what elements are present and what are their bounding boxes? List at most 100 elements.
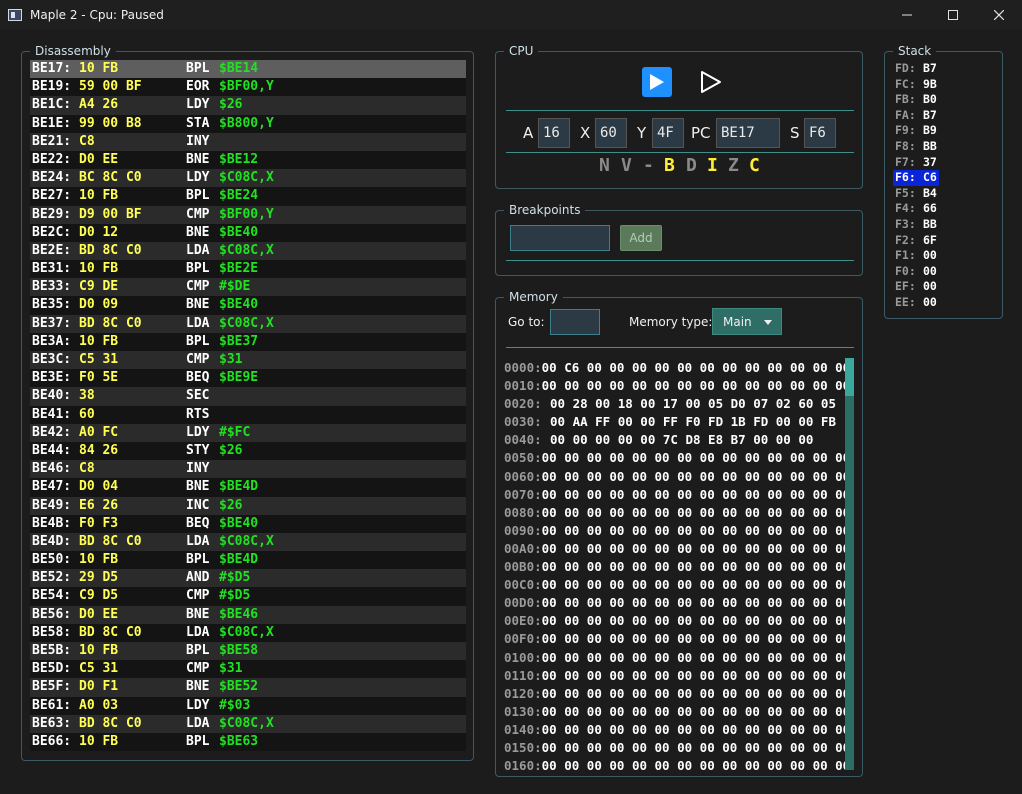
disassembly-row[interactable]: BE52: 29 D5 AND #$D5	[30, 569, 466, 588]
step-button[interactable]	[696, 67, 726, 97]
disassembly-row[interactable]: BE44: 84 26 STY $26	[30, 441, 466, 461]
instruction-mnemonic: BNE	[186, 151, 210, 167]
memory-row-address: 00B0:	[504, 559, 542, 575]
instruction-address: BE22:	[32, 151, 72, 167]
disassembly-row[interactable]: BE37: BD 8C C0 LDA $C08C,X	[30, 314, 466, 333]
disassembly-row[interactable]: BE5B: 10 FB BPL $BE58	[30, 642, 466, 661]
instruction-bytes: C8	[79, 461, 95, 477]
disassembly-row[interactable]: BE47: D0 04 BNE $BE4D	[30, 478, 466, 497]
memory-scrollbar-thumb[interactable]	[845, 358, 854, 396]
disassembly-row[interactable]: BE1C: A4 26 LDY $26	[30, 96, 466, 115]
memory-row-address: 0000:	[504, 360, 542, 375]
stack-pointer-row[interactable]: F6: C6	[893, 170, 939, 186]
disassembly-row[interactable]: BE33: C9 DE CMP #$DE	[30, 278, 466, 297]
stack-row[interactable]: F0: 00	[893, 264, 939, 280]
memory-row-bytes: 00 00 00 00 00 7C D8 E8 B7 00 00 00	[550, 432, 814, 448]
instruction-address: BE24:	[32, 170, 72, 186]
stack-row[interactable]: F3: BB	[893, 217, 939, 233]
stack-row[interactable]: F4: 66	[893, 201, 939, 217]
disassembly-row[interactable]: BE58: BD 8C C0 LDA $C08C,X	[30, 623, 466, 642]
disassembly-row[interactable]: BE2E: BD 8C C0 LDA $C08C,X	[30, 241, 466, 261]
disassembly-row[interactable]: BE56: D0 EE BNE $BE46	[30, 605, 466, 624]
disassembly-row[interactable]: BE3E: F0 5E BEQ $BE9E	[30, 369, 466, 388]
reg-s-field[interactable]: F6	[804, 118, 836, 148]
disassembly-row[interactable]: BE42: A0 FC LDY #$FC	[30, 423, 466, 442]
instruction-operand: $C08C,X	[219, 315, 274, 331]
memory-scrollbar[interactable]	[845, 358, 854, 770]
disassembly-row[interactable]: BE22: D0 EE BNE $BE12	[30, 150, 466, 170]
stack-row[interactable]: F2: 6F	[893, 233, 939, 249]
reg-y-field[interactable]: 4F	[652, 118, 684, 148]
disassembly-row[interactable]: BE41: 60 RTS	[30, 405, 466, 424]
stack-row[interactable]: EF: 00	[893, 279, 939, 295]
goto-address-input[interactable]	[550, 309, 600, 335]
run-button[interactable]	[642, 67, 672, 97]
disassembly-row[interactable]: BE3C: C5 31 CMP $31	[30, 351, 466, 370]
disassembly-row[interactable]: BE49: E6 26 INC $26	[30, 496, 466, 515]
memory-row-address: 00A0:	[504, 540, 542, 556]
stack-row[interactable]: FD: B7	[893, 61, 939, 77]
disassembly-row[interactable]: BE24: BC 8C C0 LDY $C08C,X	[30, 169, 466, 188]
memory-type-select[interactable]: Main	[712, 308, 782, 335]
reg-a-field[interactable]: 16	[538, 118, 570, 148]
close-button[interactable]	[976, 0, 1022, 30]
memory-hex-list[interactable]: 0000: 00 C6 00 00 00 00 00 00 00 00 00 00…	[504, 359, 850, 775]
current-instruction-row[interactable]: BE17: 10 FB BPL $BE14	[30, 60, 466, 79]
maximize-button[interactable]	[930, 0, 976, 30]
memory-row-bytes: 00 00 00 00 00 00 00 00 00 00 00 00 00 0…	[541, 378, 851, 394]
instruction-bytes: 10 FB	[79, 733, 119, 749]
disassembly-row[interactable]: BE4B: F0 F3 BEQ $BE40	[30, 514, 466, 533]
instruction-address: BE37:	[32, 315, 72, 331]
stack-row[interactable]: FC: 9B	[893, 77, 939, 93]
stack-row[interactable]: EE: 00	[893, 295, 939, 311]
stack-value: 6F	[923, 232, 937, 247]
disassembly-row[interactable]: BE2C: D0 12 BNE $BE40	[30, 223, 466, 242]
stack-address: F6:	[895, 170, 916, 185]
stack-row[interactable]: FA: B7	[893, 108, 939, 124]
stack-row[interactable]: F7: 37	[893, 155, 939, 171]
disassembly-row[interactable]: BE46: C8 INY	[30, 460, 466, 479]
disassembly-row[interactable]: BE50: 10 FB BPL $BE4D	[30, 551, 466, 570]
memory-row-bytes: 00 00 00 00 00 00 00 00 00 00 00 00 00 0…	[541, 758, 851, 774]
add-breakpoint-button[interactable]: Add	[620, 225, 662, 251]
stack-row[interactable]: FB: B0	[893, 92, 939, 108]
disassembly-row[interactable]: BE19: 59 00 BF EOR $BF00,Y	[30, 78, 466, 97]
disassembly-row[interactable]: BE5F: D0 F1 BNE $BE52	[30, 678, 466, 697]
memory-row-address: 00D0:	[504, 595, 542, 611]
stack-row[interactable]: F8: BB	[893, 139, 939, 155]
instruction-mnemonic: LDA	[186, 315, 210, 331]
stack-list[interactable]: FD: B7 FC: 9B FB: B0 FA: B7 F9: B9 F8: BB F7: 37 F6: C6…	[893, 61, 939, 311]
disassembly-row[interactable]: BE35: D0 09 BNE $BE40	[30, 296, 466, 315]
stack-row[interactable]: F1: 00	[893, 248, 939, 264]
disassembly-row[interactable]: BE4D: BD 8C C0 LDA $C08C,X	[30, 532, 466, 552]
stack-row[interactable]: F9: B9	[893, 123, 939, 139]
instruction-address: BE4B:	[32, 515, 72, 531]
disassembly-row[interactable]: BE31: 10 FB BPL $BE2E	[30, 260, 466, 279]
stack-row[interactable]: F5: B4	[893, 186, 939, 202]
instruction-address: BE49:	[32, 497, 72, 513]
disassembly-row[interactable]: BE66: 10 FB BPL $BE63	[30, 732, 466, 752]
instruction-bytes: 59 00 BF	[79, 79, 142, 95]
disassembly-row[interactable]: BE1E: 99 00 B8 STA $B800,Y	[30, 114, 466, 133]
disassembly-row[interactable]: BE3A: 10 FB BPL $BE37	[30, 332, 466, 351]
disassembly-row[interactable]: BE61: A0 03 LDY #$03	[30, 696, 466, 715]
stack-panel: Stack FD: B7 FC: 9B FB: B0 FA: B7 F9: B9 F8: BB F7: 3…	[884, 44, 1003, 319]
reg-pc-field[interactable]: BE17	[716, 118, 780, 148]
memory-divider	[506, 347, 854, 348]
disassembly-row[interactable]: BE54: C9 D5 CMP #$D5	[30, 587, 466, 606]
disassembly-row[interactable]: BE5D: C5 31 CMP $31	[30, 660, 466, 679]
memory-row-address: 0100:	[504, 649, 542, 665]
disassembly-row[interactable]: BE27: 10 FB BPL $BE24	[30, 187, 466, 206]
disassembly-row[interactable]: BE40: 38 SEC	[30, 387, 466, 406]
reg-x-field[interactable]: 60	[595, 118, 627, 148]
memory-row-bytes: 00 28 00 18 00 17 00 05 D0 07 02 60 05	[550, 396, 836, 412]
disassembly-list[interactable]: BE17: 10 FB BPL $BE14 BE19: 59 00 BF EOR $BF00,…	[30, 60, 466, 752]
instruction-mnemonic: BNE	[186, 224, 210, 240]
disassembly-row[interactable]: BE21: C8 INY	[30, 132, 466, 151]
breakpoint-address-input[interactable]	[510, 225, 610, 251]
memory-row: 0000: 00 C6 00 00 00 00 00 00 00 00 00 00…	[504, 359, 850, 377]
instruction-bytes: BD 8C C0	[79, 533, 142, 549]
minimize-button[interactable]	[884, 0, 930, 30]
disassembly-row[interactable]: BE29: D9 00 BF CMP $BF00,Y	[30, 205, 466, 224]
disassembly-row[interactable]: BE63: BD 8C C0 LDA $C08C,X	[30, 714, 466, 733]
